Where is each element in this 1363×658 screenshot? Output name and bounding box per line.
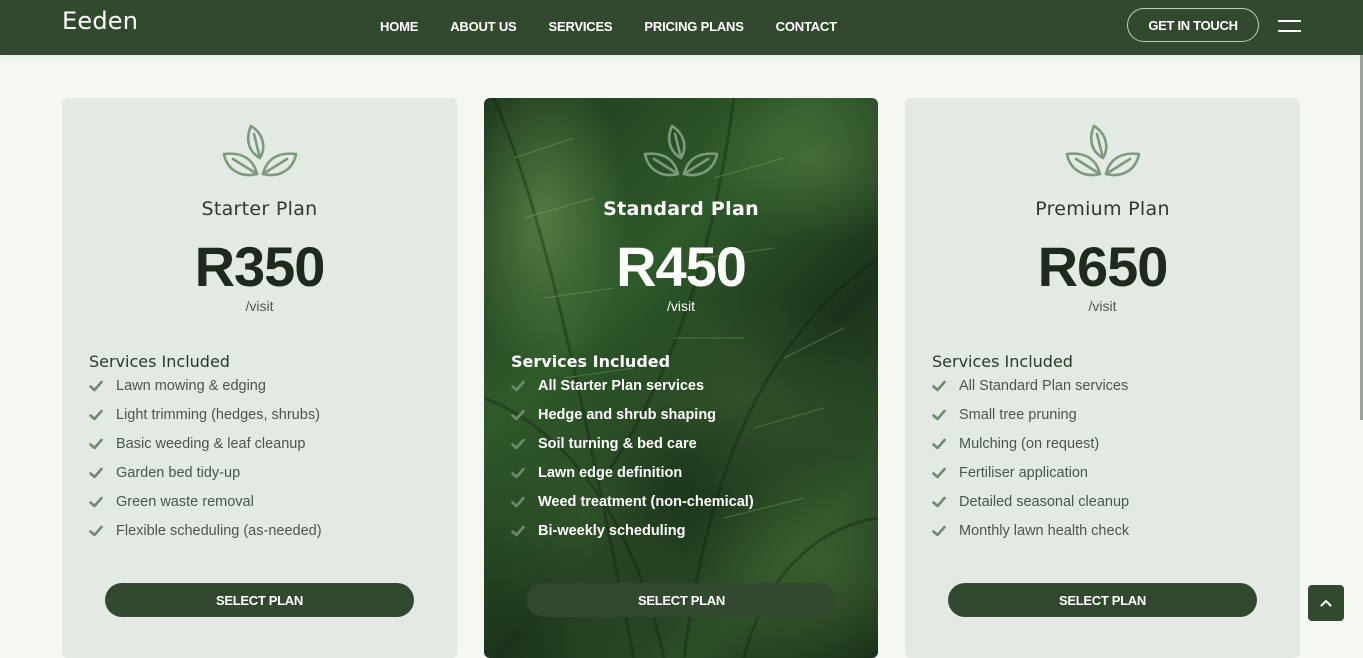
plan-name: Premium Plan: [1035, 198, 1170, 220]
leaves-icon: [1065, 124, 1140, 177]
feature-item: Light trimming (hedges, shrubs): [89, 407, 322, 436]
check-icon: [89, 496, 103, 508]
feature-item: All Standard Plan services: [932, 378, 1129, 407]
price-period: /visit: [245, 298, 274, 314]
feature-item: Soil turning & bed care: [511, 436, 754, 465]
feature-item: Mulching (on request): [932, 436, 1129, 465]
check-icon: [932, 467, 946, 479]
check-icon: [89, 438, 103, 450]
plan-price: R350: [194, 235, 326, 298]
select-plan-button[interactable]: SELECT PLAN: [105, 583, 414, 617]
leaves-icon: [222, 124, 297, 177]
nav-pricing-plans[interactable]: PRICING PLANS: [644, 18, 743, 36]
feature-item: Green waste removal: [89, 494, 322, 523]
check-icon: [511, 496, 525, 508]
pricing-card-starter: Starter Plan R350 /visit Services Includ…: [62, 98, 457, 658]
site-header: Eeden HOME ABOUT US SERVICES PRICING PLA…: [0, 0, 1363, 55]
feature-item: Garden bed tidy-up: [89, 465, 322, 494]
feature-item: Monthly lawn health check: [932, 523, 1129, 552]
check-icon: [89, 525, 103, 537]
price-period: /visit: [667, 298, 695, 314]
check-icon: [511, 467, 525, 479]
check-icon: [89, 467, 103, 479]
feature-list: All Standard Plan services Small tree pr…: [932, 378, 1129, 552]
plan-price: R650: [1037, 235, 1169, 298]
nav-services[interactable]: SERVICES: [549, 18, 613, 36]
check-icon: [932, 496, 946, 508]
feature-item: Flexible scheduling (as-needed): [89, 523, 322, 552]
check-icon: [511, 438, 525, 450]
feature-item: Fertiliser application: [932, 465, 1129, 494]
scroll-to-top-button[interactable]: [1308, 585, 1344, 621]
check-icon: [932, 525, 946, 537]
plan-name: Starter Plan: [201, 198, 318, 220]
check-icon: [89, 409, 103, 421]
check-icon: [89, 380, 103, 392]
pricing-card-standard: Standard Plan R450 /visit Services Inclu…: [484, 98, 878, 658]
check-icon: [932, 380, 946, 392]
get-in-touch-button[interactable]: GET IN TOUCH: [1127, 8, 1259, 42]
nav-about-us[interactable]: ABOUT US: [450, 18, 516, 36]
feature-item: Detailed seasonal cleanup: [932, 494, 1129, 523]
feature-list: Lawn mowing & edging Light trimming (hed…: [89, 378, 322, 552]
feature-item: Basic weeding & leaf cleanup: [89, 436, 322, 465]
plan-price: R450: [616, 235, 747, 298]
feature-item: Lawn mowing & edging: [89, 378, 322, 407]
chevron-up-icon: [1320, 600, 1332, 607]
feature-item: Bi-weekly scheduling: [511, 523, 754, 552]
feature-item: Hedge and shrub shaping: [511, 407, 754, 436]
plan-name: Standard Plan: [603, 198, 759, 220]
check-icon: [932, 409, 946, 421]
feature-item: Weed treatment (non-chemical): [511, 494, 754, 523]
pricing-card-premium: Premium Plan R650 /visit Services Includ…: [905, 98, 1300, 658]
check-icon: [932, 438, 946, 450]
price-period: /visit: [1088, 298, 1117, 314]
main-nav: HOME ABOUT US SERVICES PRICING PLANS CON…: [380, 18, 869, 36]
feature-item: Small tree pruning: [932, 407, 1129, 436]
feature-list: All Starter Plan services Hedge and shru…: [511, 378, 754, 552]
brand-logo[interactable]: Eeden: [62, 7, 138, 35]
select-plan-button[interactable]: SELECT PLAN: [527, 583, 836, 617]
services-heading: Services Included: [511, 352, 671, 371]
services-heading: Services Included: [932, 352, 1073, 371]
check-icon: [511, 380, 525, 392]
leaves-icon: [643, 124, 719, 177]
select-plan-button[interactable]: SELECT PLAN: [948, 583, 1257, 617]
feature-item: Lawn edge definition: [511, 465, 754, 494]
hamburger-icon[interactable]: [1278, 19, 1301, 33]
feature-item: All Starter Plan services: [511, 378, 754, 407]
nav-home[interactable]: HOME: [380, 18, 418, 36]
nav-contact[interactable]: CONTACT: [776, 18, 837, 36]
check-icon: [511, 525, 525, 537]
services-heading: Services Included: [89, 352, 230, 371]
check-icon: [511, 409, 525, 421]
